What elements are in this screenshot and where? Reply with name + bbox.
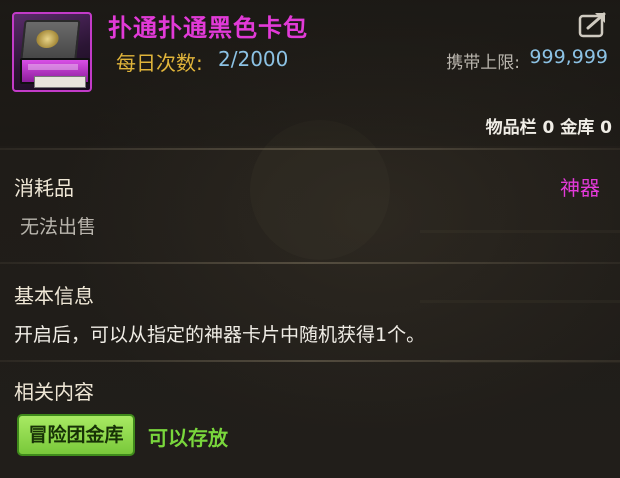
cards-stack-graphic xyxy=(34,76,86,88)
basic-info-label: 基本信息 xyxy=(14,284,94,308)
section-divider xyxy=(0,262,620,264)
card-pack-icon xyxy=(12,12,92,92)
item-type: 神器 xyxy=(560,176,600,200)
carry-limit-value: 999,999 xyxy=(529,46,608,68)
adventure-vault-button[interactable]: 冒险团金库 xyxy=(17,414,135,456)
section-divider xyxy=(0,148,620,150)
storable-status: 可以存放 xyxy=(148,426,228,450)
carry-limit-label: 携带上限: xyxy=(446,53,520,73)
background-line xyxy=(420,230,620,233)
share-export-icon[interactable] xyxy=(578,10,608,38)
sell-status: 无法出售 xyxy=(20,216,97,238)
related-content-label: 相关内容 xyxy=(14,380,94,404)
section-divider xyxy=(0,360,620,362)
daily-limit-label: 每日次数: xyxy=(116,51,203,75)
category-label: 消耗品 xyxy=(14,176,74,200)
daily-limit-value: 2/2000 xyxy=(218,47,289,71)
background-line xyxy=(420,300,620,303)
tooltip-header: 扑通扑通黑色卡包 每日次数: 2/2000 携带上限: 999,999 物品栏 … xyxy=(0,0,620,146)
item-name: 扑通扑通黑色卡包 xyxy=(108,14,308,42)
item-tooltip: 扑通扑通黑色卡包 每日次数: 2/2000 携带上限: 999,999 物品栏 … xyxy=(0,0,620,478)
storage-count: 物品栏 0 金库 0 xyxy=(485,118,612,138)
item-description: 开启后，可以从指定的神器卡片中随机获得1个。 xyxy=(14,324,426,346)
